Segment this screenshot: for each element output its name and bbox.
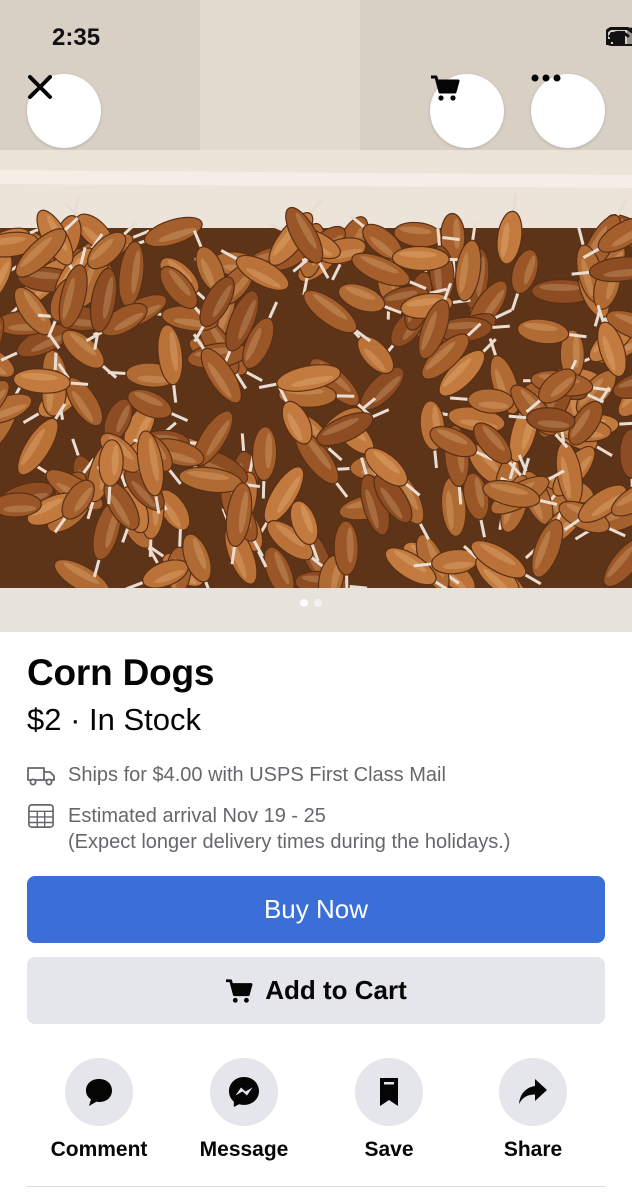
more-options-button[interactable] — [531, 74, 605, 148]
buy-now-label: Buy Now — [263, 894, 369, 924]
comment-label: Comment — [50, 1138, 148, 1161]
comment-button[interactable] — [65, 1058, 133, 1126]
arrival-text: Estimated arrival Nov 19 - 25 — [68, 805, 326, 827]
share-label: Share — [503, 1138, 563, 1161]
comment-action[interactable]: Comment — [29, 1058, 169, 1162]
listing-title: Corn Dogs — [27, 652, 215, 693]
carousel-dot — [314, 599, 322, 607]
save-button[interactable] — [355, 1058, 423, 1126]
message-label: Message — [199, 1138, 289, 1161]
comment-icon — [86, 1079, 112, 1106]
shipping-row: Ships for $4.00 with USPS First Class Ma… — [26, 762, 446, 788]
status-time: 2:35 — [52, 24, 101, 51]
more-icon — [531, 74, 561, 82]
messenger-icon — [229, 1077, 259, 1107]
price-availability: $2 · In Stock — [27, 702, 202, 737]
battery-icon — [606, 28, 632, 46]
share-button[interactable] — [499, 1058, 567, 1126]
carousel-dot-active — [300, 599, 308, 607]
truck-icon — [27, 767, 55, 786]
calendar-icon — [28, 804, 54, 828]
message-action[interactable]: Message — [174, 1058, 314, 1162]
cart-icon — [431, 75, 460, 101]
arrival-row: Estimated arrival Nov 19 - 25 (Expect lo… — [26, 803, 510, 855]
bookmark-icon — [380, 1078, 398, 1106]
arrival-note: (Expect longer delivery times during the… — [68, 831, 511, 853]
share-action[interactable]: Share — [463, 1058, 603, 1162]
message-button[interactable] — [210, 1058, 278, 1126]
add-to-cart-label: Add to Cart — [265, 975, 407, 1005]
save-action[interactable]: Save — [319, 1058, 459, 1162]
divider — [27, 1186, 605, 1187]
close-icon — [28, 75, 52, 99]
product-photo[interactable]: 2:35 — [0, 0, 632, 632]
arrival-text-block: Estimated arrival Nov 19 - 25 (Expect lo… — [68, 803, 510, 855]
shipping-text: Ships for $4.00 with USPS First Class Ma… — [68, 764, 446, 786]
cart-button[interactable] — [430, 74, 504, 148]
share-icon — [519, 1079, 547, 1104]
close-button[interactable] — [27, 74, 101, 148]
buy-now-button[interactable]: Buy Now — [27, 876, 605, 943]
save-label: Save — [364, 1138, 414, 1161]
carousel-indicator — [300, 599, 322, 607]
add-to-cart-button[interactable]: Add to Cart — [27, 957, 605, 1024]
cart-icon — [226, 978, 253, 1003]
listing-page: 2:35 Corn Dogs $2 · In Stock Ships for $… — [0, 0, 632, 1200]
